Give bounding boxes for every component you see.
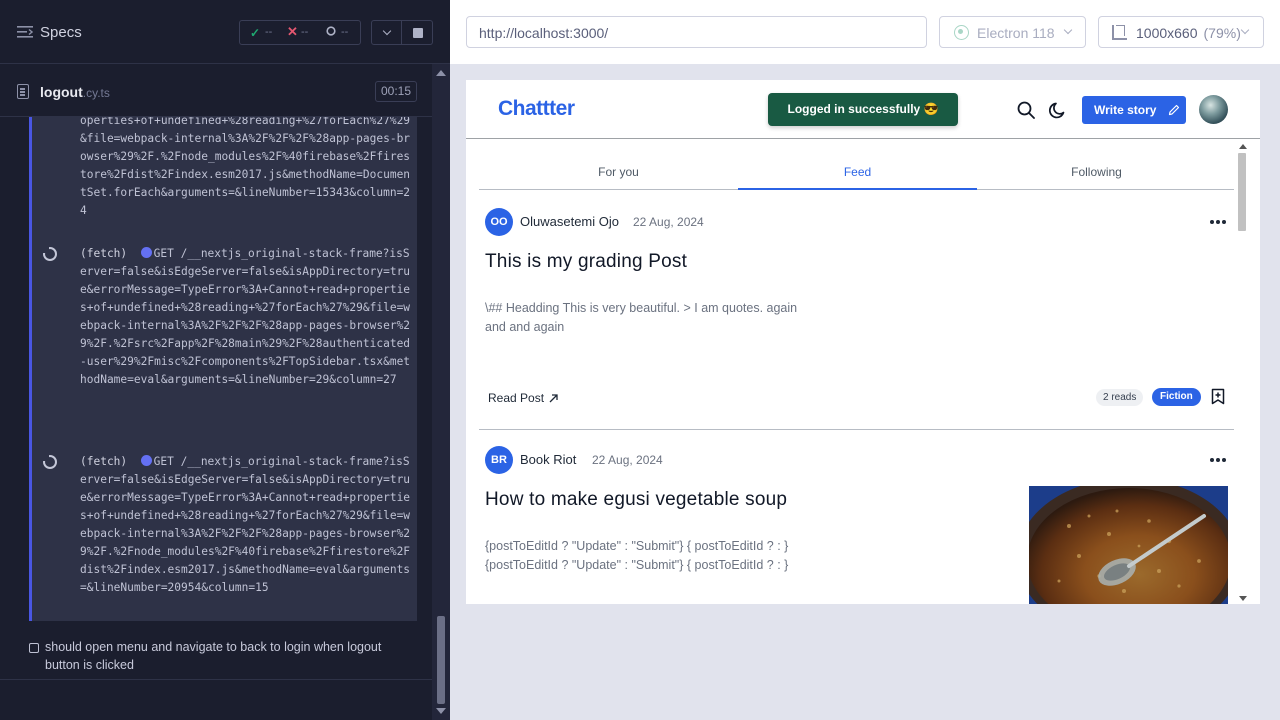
loading-spinner-icon [43, 247, 57, 261]
pending-count: -- [341, 26, 349, 38]
command-log: operties+of+undefined+%28reading+%27forE… [29, 117, 417, 621]
user-avatar[interactable] [1199, 95, 1228, 124]
test-status-icon [29, 643, 39, 653]
status-dot-icon [140, 247, 152, 258]
more-options-icon[interactable] [1210, 220, 1226, 224]
excerpt-line: {postToEditId ? "Update" : "Submit"} { p… [485, 558, 789, 572]
excerpt-line: and and again [485, 320, 565, 334]
chevron-down-icon [382, 26, 392, 36]
scroll-up-icon[interactable] [1239, 144, 1247, 149]
write-story-button[interactable]: Write story [1082, 96, 1186, 124]
write-story-label: Write story [1094, 103, 1157, 117]
viewport-scale: (79%) [1203, 25, 1241, 41]
moon-icon[interactable] [1048, 100, 1068, 120]
passed-count: -- [265, 26, 273, 38]
spec-name-text: logout [40, 84, 83, 100]
excerpt-line: {postToEditId ? "Update" : "Submit"} { p… [485, 539, 789, 553]
scrollbar-thumb[interactable] [437, 616, 445, 704]
failed-count: -- [301, 26, 309, 38]
scroll-down-icon[interactable] [436, 708, 446, 714]
reads-badge: 2 reads [1096, 389, 1144, 406]
viewport-label: 1000x660 (79%) [1136, 25, 1241, 41]
log-type: (fetch) [80, 455, 128, 468]
author-avatar[interactable]: OO [485, 208, 513, 236]
stop-button[interactable] [402, 20, 433, 45]
app-frame: Chattter Logged in successfully 😎 Write … [466, 80, 1260, 604]
post-excerpt: {postToEditId ? "Update" : "Submit"} { p… [485, 537, 788, 575]
log-type: (fetch) [80, 247, 128, 260]
loading-spinner-icon [43, 455, 57, 469]
tab-for-you[interactable]: For you [499, 140, 738, 189]
log-url: /__nextjs_original-stack-frame?isServer=… [80, 247, 411, 386]
author-name[interactable]: Oluwasetemi Ojo [520, 214, 619, 229]
spec-header: logout.cy.ts 00:15 [0, 65, 432, 117]
specs-label[interactable]: Specs [40, 24, 82, 41]
author-name[interactable]: Book Riot [520, 452, 576, 467]
spec-ext: .cy.ts [82, 86, 110, 100]
log-entry[interactable]: (fetch) GET /__nextjs_original-stack-fra… [80, 453, 414, 597]
log-method: GET [153, 247, 174, 260]
post-card: OO Oluwasetemi Ojo 22 Aug, 2024 This is … [479, 208, 1234, 430]
check-icon: ✓ [250, 26, 261, 40]
options-button[interactable] [371, 20, 402, 45]
app-navbar: Chattter Logged in successfully 😎 Write … [466, 80, 1260, 139]
log-entry-continued[interactable]: operties+of+undefined+%28reading+%27forE… [80, 117, 414, 220]
spec-name[interactable]: logout.cy.ts [40, 84, 110, 100]
aut-header: http://localhost:3000/ Electron 118 1000… [450, 0, 1280, 64]
reporter-scrollbar[interactable] [432, 64, 450, 720]
aut-panel: http://localhost:3000/ Electron 118 1000… [450, 0, 1280, 720]
log-method: GET [153, 455, 174, 468]
arrow-up-right-icon [549, 394, 558, 403]
bookmark-add-icon[interactable] [1211, 388, 1225, 405]
toast-notification: Logged in successfully 😎 [768, 93, 958, 126]
specs-bar: Specs ✓ -- ✕ -- -- [0, 0, 450, 64]
browser-select[interactable]: Electron 118 [939, 16, 1086, 48]
read-post-link[interactable]: Read Post [488, 391, 558, 405]
tag-badge[interactable]: Fiction [1152, 388, 1201, 406]
post-title[interactable]: How to make egusi vegetable soup [485, 489, 787, 511]
tab-feed[interactable]: Feed [738, 140, 977, 190]
post-excerpt: \## Headding This is very beautiful. > I… [485, 299, 797, 337]
test-title[interactable]: should open menu and navigate to back to… [45, 638, 415, 674]
excerpt-line: \## Headding This is very beautiful. > I… [485, 301, 798, 315]
more-options-icon[interactable] [1210, 458, 1226, 462]
log-url: /__nextjs_original-stack-frame?isServer=… [80, 455, 411, 594]
spec-duration: 00:15 [375, 81, 417, 102]
post-thumbnail-image[interactable] [1029, 486, 1228, 604]
app-logo[interactable]: Chattter [498, 97, 575, 121]
x-icon: ✕ [287, 24, 298, 39]
post-date: 22 Aug, 2024 [592, 453, 663, 467]
scroll-up-icon[interactable] [436, 70, 446, 76]
post-title[interactable]: This is my grading Post [485, 251, 687, 273]
tab-following[interactable]: Following [977, 140, 1216, 189]
menu-icon[interactable] [17, 25, 33, 39]
post-card: BR Book Riot 22 Aug, 2024 How to make eg… [479, 432, 1234, 604]
scroll-down-icon[interactable] [1239, 596, 1247, 601]
feed-scrollbar[interactable] [1236, 141, 1250, 604]
viewport-select[interactable]: 1000x660 (79%) [1098, 16, 1264, 48]
post-date: 22 Aug, 2024 [633, 215, 704, 229]
stop-icon [413, 28, 423, 38]
chevron-down-icon [1063, 25, 1073, 35]
electron-icon [954, 25, 969, 40]
pencil-icon [1168, 104, 1180, 116]
search-icon[interactable] [1017, 101, 1035, 119]
test-stats: ✓ -- ✕ -- -- [239, 20, 361, 45]
chevron-down-icon [1240, 25, 1250, 35]
log-entry[interactable]: (fetch) GET /__nextjs_original-stack-fra… [80, 245, 414, 389]
scrollbar-thumb[interactable] [1238, 153, 1246, 231]
cypress-reporter: Specs ✓ -- ✕ -- -- logout.cy.ts 00:15 op… [0, 0, 450, 720]
pending-icon [326, 26, 336, 39]
viewport-size: 1000x660 [1136, 25, 1198, 41]
url-field[interactable]: http://localhost:3000/ [466, 16, 927, 48]
feed-tabs: For you Feed Following [479, 140, 1234, 190]
test-item[interactable]: should open menu and navigate to back to… [0, 630, 432, 680]
author-avatar[interactable]: BR [485, 446, 513, 474]
file-icon [17, 84, 29, 99]
read-post-label: Read Post [488, 391, 545, 405]
ruler-icon [1112, 25, 1127, 40]
browser-label: Electron 118 [977, 25, 1055, 41]
status-dot-icon [140, 455, 152, 466]
